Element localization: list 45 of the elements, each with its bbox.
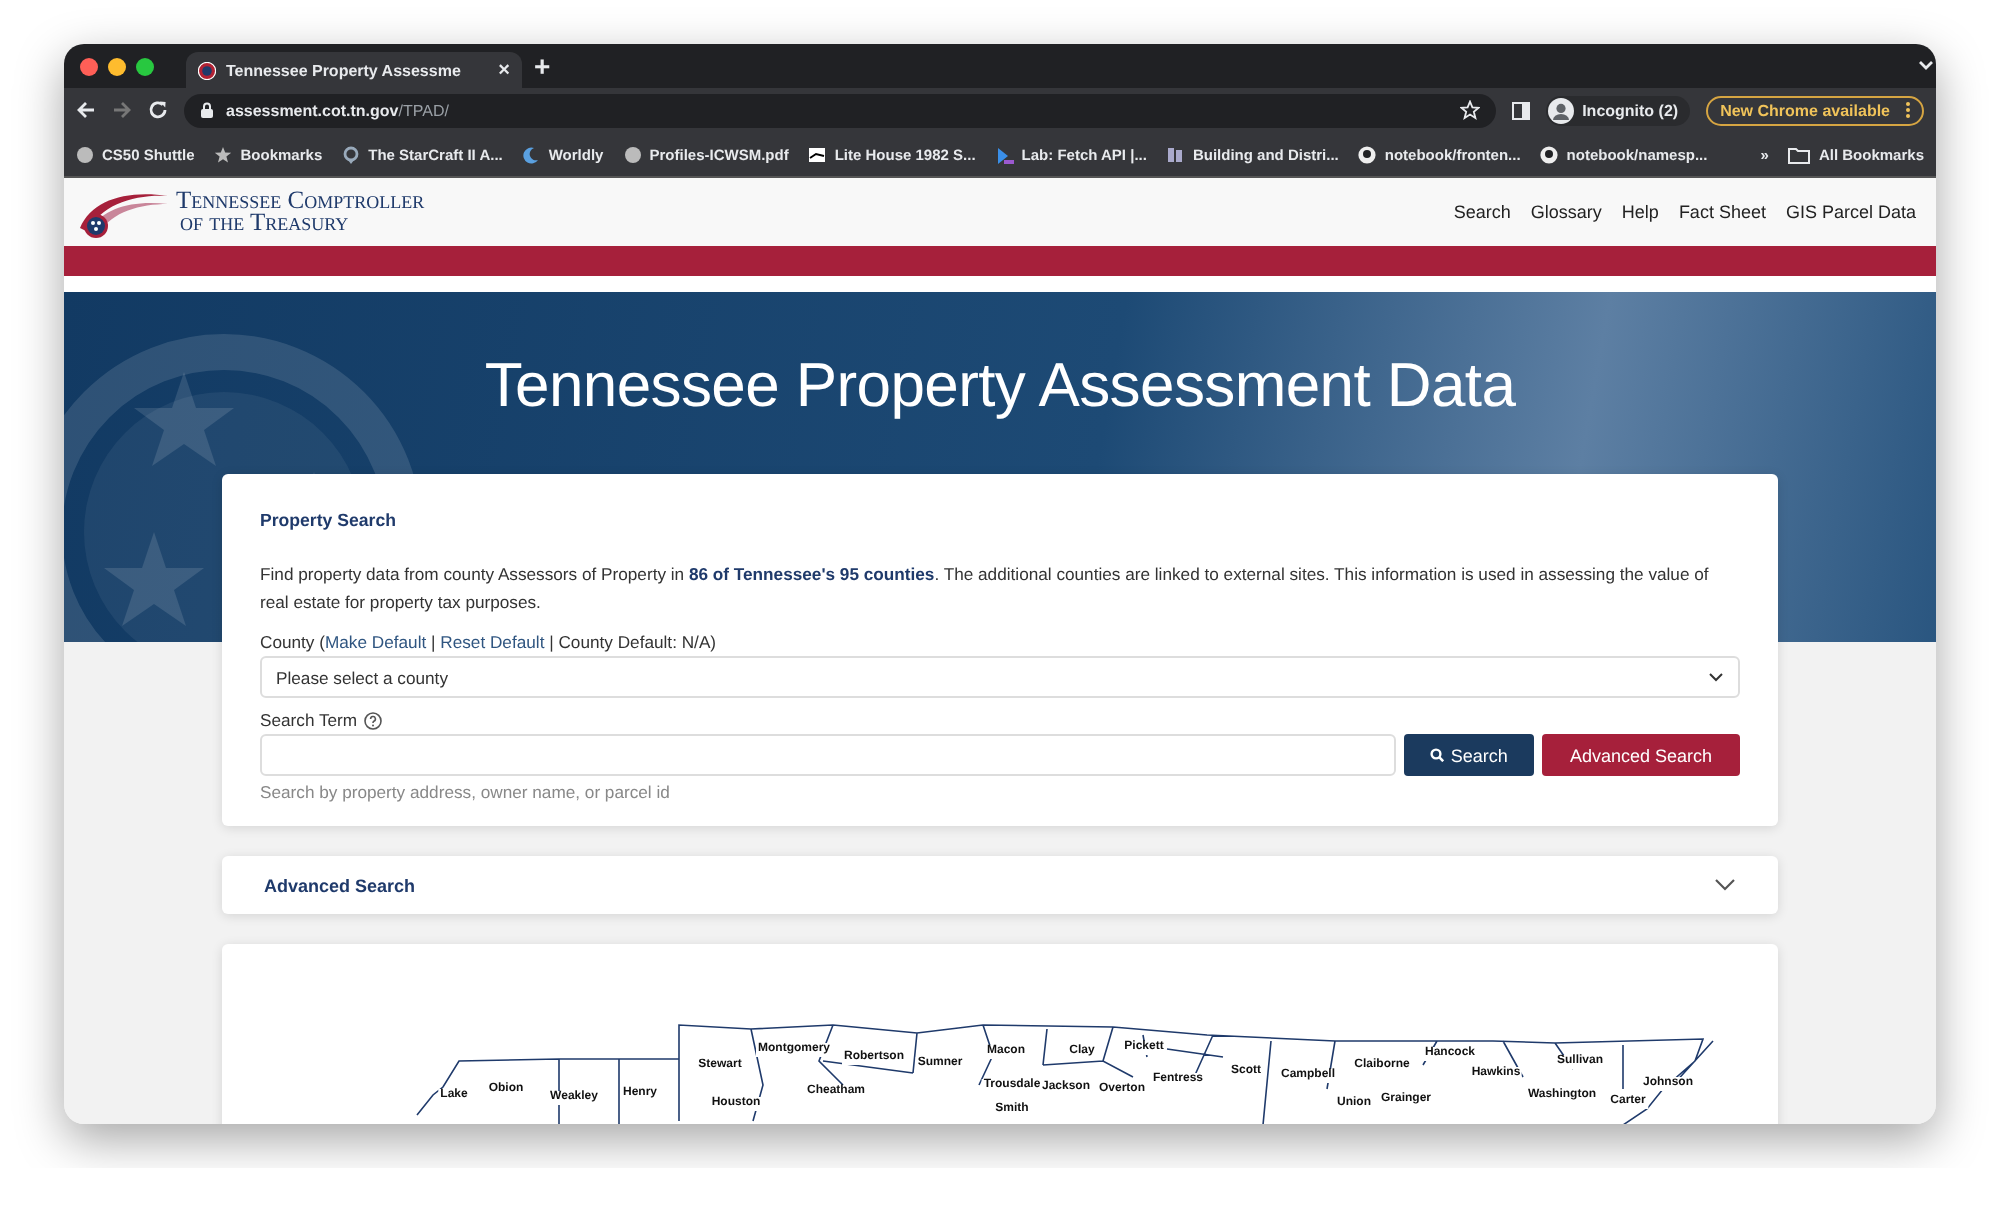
nav-link[interactable]: Glossary (1530, 202, 1602, 222)
new-tab-button[interactable]: + (534, 50, 551, 82)
lock-icon (200, 102, 214, 118)
nav-link[interactable]: Fact Sheet (1678, 202, 1766, 222)
page-title: Tennessee Property Assessment Data (484, 350, 1516, 422)
profile-button[interactable]: Incognito (2) (1546, 95, 1691, 125)
moon-icon (522, 145, 541, 163)
close-window-icon[interactable] (80, 57, 98, 75)
picture-icon (808, 145, 827, 163)
update-chrome-button[interactable]: New Chrome available (1706, 95, 1924, 125)
incognito-icon (1548, 97, 1575, 123)
search-button[interactable]: Search (1404, 734, 1534, 776)
default-link[interactable]: Reset Default (440, 632, 545, 652)
chevron-down-icon (1708, 672, 1724, 682)
help-text: Search by property address, owner name, or parcel id (260, 782, 672, 802)
folder-icon (1788, 145, 1811, 163)
side-panel-icon[interactable] (1512, 101, 1531, 119)
seal-icon (198, 61, 216, 79)
help-icon[interactable] (363, 711, 382, 729)
site-logo-text[interactable]: Tennessee Comptroller of the Treasury (176, 190, 425, 234)
chevron-down-icon[interactable] (1714, 878, 1736, 892)
reload-icon[interactable] (148, 100, 168, 120)
search-term-field[interactable] (260, 734, 1397, 776)
section-heading: Property Search (260, 510, 398, 530)
forward-icon[interactable] (112, 100, 132, 120)
close-tab-button[interactable]: × (498, 59, 510, 81)
nav-link[interactable]: Help (1621, 202, 1659, 222)
star-icon (214, 145, 233, 163)
nav-link[interactable]: GIS Parcel Data (1785, 202, 1916, 222)
tab-title: Tennessee Property Assessme (226, 61, 463, 79)
search-term-label: Search Term (260, 710, 358, 730)
star-icon[interactable] (1460, 100, 1481, 120)
default-link[interactable]: Make Default (324, 632, 427, 652)
nav-link[interactable]: Search (1453, 202, 1511, 222)
county-select[interactable]: Please select a county (260, 656, 1740, 698)
back-icon[interactable] (76, 100, 96, 120)
minimize-window-icon[interactable] (108, 57, 126, 75)
browser-tab[interactable]: Tennessee Property Assessme × (186, 52, 522, 88)
search-icon (1430, 748, 1445, 762)
description-text: Find property data from county Assessors of Property in 86 of Tennessee's 95 counties. The additional counties are linked to external sites. This information is used in assessing the value of real estate for property tax purposes. (260, 562, 1711, 616)
maximize-window-icon[interactable] (136, 57, 154, 75)
county-label: County (Make Default | Reset Default | County Default: N/A) (260, 632, 719, 652)
url-text: assessment.cot.tn.gov/TPAD/ (226, 101, 449, 119)
address-bar[interactable]: assessment.cot.tn.gov/TPAD/ (184, 93, 1497, 127)
advanced-search-button[interactable]: Advanced Search (1541, 734, 1740, 776)
